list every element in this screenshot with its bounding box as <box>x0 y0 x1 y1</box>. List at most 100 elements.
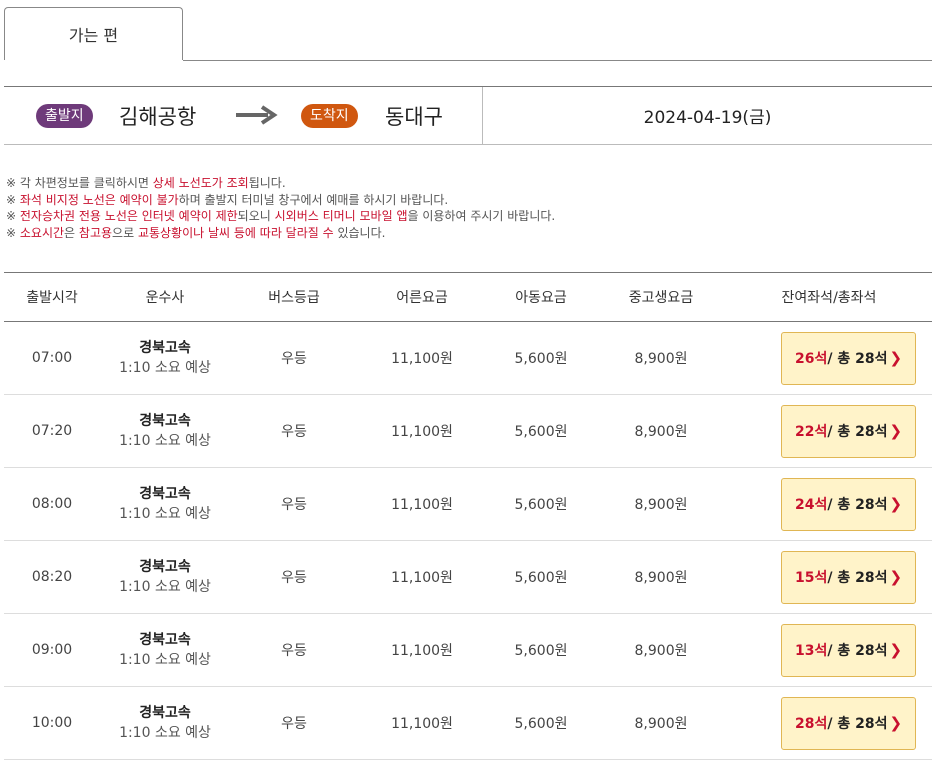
notice-text: 하며 출발지 터미널 창구에서 예매를 하시기 바랍니다. <box>178 192 449 207</box>
notice-line: ※ 좌석 비지정 노선은 예약이 불가하며 출발지 터미널 창구에서 예매를 하… <box>6 192 555 209</box>
bus-grade: 우등 <box>281 497 307 513</box>
table-row[interactable]: 07:00 경북고속 1:10 소요 예상 우등 11,100원 5,600원 … <box>4 322 932 395</box>
notice-highlight: 교통상황이나 날씨 등에 따라 달라질 수 <box>137 225 334 240</box>
seat-select-button[interactable]: 15석 / 총 28석 ❯ <box>781 550 916 604</box>
bus-grade: 우등 <box>281 351 307 367</box>
table-row[interactable]: 08:00 경북고속 1:10 소요 예상 우등 11,100원 5,600원 … <box>4 468 932 541</box>
total-seats: / 총 28석 <box>827 716 888 732</box>
depart-time: 10:00 <box>31 715 73 731</box>
remaining-seats: 28석 <box>794 716 828 732</box>
header-depart-time: 출발시각 <box>26 290 78 306</box>
seat-cell: 24석 / 총 28석 ❯ <box>726 477 932 531</box>
seat-cell: 13석 / 총 28석 ❯ <box>726 623 932 677</box>
table-row[interactable]: 07:20 경북고속 1:10 소요 예상 우등 11,100원 5,600원 … <box>4 395 932 468</box>
route-places: 출발지 김해공항 도착지 동대구 <box>4 87 483 144</box>
adult-fare: 11,100원 <box>391 716 453 732</box>
notice-text: ※ <box>6 209 20 223</box>
duration-text: 1:10 소요 예상 <box>119 725 211 741</box>
notice-line: ※ 소요시간은 참고용으로 교통상황이나 날씨 등에 따라 달라질 수 있습니다… <box>6 225 555 242</box>
notice-highlight: 시외버스 티머니 모바일 앱 <box>274 209 408 223</box>
adult-fare: 11,100원 <box>391 424 453 440</box>
youth-fare: 8,900원 <box>634 570 688 586</box>
company-name: 경북고속 <box>139 413 191 429</box>
tab-outbound[interactable]: 가는 편 <box>4 7 183 60</box>
schedule-table: 출발시각 운수사 버스등급 어른요금 아동요금 중고생요금 잔여좌석/총좌석 0… <box>4 272 932 760</box>
depart-time: 08:00 <box>31 496 73 512</box>
table-row[interactable]: 08:20 경북고속 1:10 소요 예상 우등 11,100원 5,600원 … <box>4 541 932 614</box>
seat-select-button[interactable]: 13석 / 총 28석 ❯ <box>781 623 916 677</box>
adult-fare: 11,100원 <box>391 570 453 586</box>
company-cell: 경북고속 1:10 소요 예상 <box>100 338 230 378</box>
notice-highlight: 좌석 비지정 노선은 예약이 불가 <box>19 192 179 207</box>
adult-fare: 11,100원 <box>391 497 453 513</box>
notice-text: 으로 <box>112 225 138 240</box>
route-summary: 출발지 김해공항 도착지 동대구 2024-04-19(금) <box>4 86 932 145</box>
company-name: 경북고속 <box>139 705 191 721</box>
notice-text: 은 <box>64 225 79 240</box>
table-row[interactable]: 09:00 경북고속 1:10 소요 예상 우등 11,100원 5,600원 … <box>4 614 932 687</box>
notice-highlight: 전자승차권 전용 노선은 인터넷 예약이 제한 <box>19 209 238 223</box>
child-fare: 5,600원 <box>514 424 568 440</box>
seat-select-button[interactable]: 26석 / 총 28석 ❯ <box>781 331 916 385</box>
total-seats: / 총 28석 <box>827 351 888 367</box>
child-fare: 5,600원 <box>514 570 568 586</box>
chevron-right-icon: ❯ <box>889 714 903 732</box>
tab-divider <box>183 60 932 61</box>
notice-highlight: 참고용 <box>78 225 113 240</box>
duration-text: 1:10 소요 예상 <box>119 360 211 376</box>
youth-fare: 8,900원 <box>634 643 688 659</box>
notice-text: 되오니 <box>237 209 275 223</box>
notice-text: ※ <box>6 225 20 240</box>
tab-bar: 가는 편 <box>0 0 932 61</box>
duration-text: 1:10 소요 예상 <box>119 652 211 668</box>
child-fare: 5,600원 <box>514 351 568 367</box>
notice-text: ※ 각 차편정보를 클릭하시면 <box>6 176 153 190</box>
header-youth-fare: 중고생요금 <box>628 290 694 306</box>
depart-time: 07:20 <box>31 423 73 439</box>
seat-cell: 26석 / 총 28석 ❯ <box>726 331 932 385</box>
header-adult-fare: 어른요금 <box>396 290 448 306</box>
seat-cell: 22석 / 총 28석 ❯ <box>726 404 932 458</box>
seat-cell: 15석 / 총 28석 ❯ <box>726 550 932 604</box>
header-bus-grade: 버스등급 <box>268 290 320 306</box>
youth-fare: 8,900원 <box>634 424 688 440</box>
notice-highlight: 상세 노선도가 조회 <box>152 176 249 190</box>
travel-date: 2024-04-19(금) <box>643 108 772 128</box>
total-seats: / 총 28석 <box>827 570 888 586</box>
notice-text: 을 이용하여 주시기 바랍니다. <box>407 209 556 223</box>
child-fare: 5,600원 <box>514 497 568 513</box>
bus-grade: 우등 <box>281 570 307 586</box>
youth-fare: 8,900원 <box>634 716 688 732</box>
arrive-badge: 도착지 <box>301 103 358 128</box>
youth-fare: 8,900원 <box>634 497 688 513</box>
table-row[interactable]: 10:00 경북고속 1:10 소요 예상 우등 11,100원 5,600원 … <box>4 687 932 760</box>
table-header: 출발시각 운수사 버스등급 어른요금 아동요금 중고생요금 잔여좌석/총좌석 <box>4 272 932 322</box>
chevron-right-icon: ❯ <box>889 641 903 659</box>
depart-place: 김해공항 <box>119 104 197 129</box>
adult-fare: 11,100원 <box>391 351 453 367</box>
table-body: 07:00 경북고속 1:10 소요 예상 우등 11,100원 5,600원 … <box>4 322 932 760</box>
remaining-seats: 13석 <box>794 643 828 659</box>
remaining-seats: 22석 <box>794 424 828 440</box>
seat-select-button[interactable]: 24석 / 총 28석 ❯ <box>781 477 916 531</box>
duration-text: 1:10 소요 예상 <box>119 433 211 449</box>
child-fare: 5,600원 <box>514 643 568 659</box>
notice-list: ※ 각 차편정보를 클릭하시면 상세 노선도가 조회됩니다. ※ 좌석 비지정 노… <box>6 175 555 241</box>
total-seats: / 총 28석 <box>827 643 888 659</box>
seat-select-button[interactable]: 22석 / 총 28석 ❯ <box>781 404 916 458</box>
company-cell: 경북고속 1:10 소요 예상 <box>100 557 230 597</box>
notice-line: ※ 전자승차권 전용 노선은 인터넷 예약이 제한되오니 시외버스 티머니 모바… <box>6 208 555 225</box>
company-cell: 경북고속 1:10 소요 예상 <box>100 411 230 451</box>
chevron-right-icon: ❯ <box>889 495 903 513</box>
duration-text: 1:10 소요 예상 <box>119 506 211 522</box>
notice-text: 있습니다. <box>333 225 386 240</box>
chevron-right-icon: ❯ <box>889 568 903 586</box>
header-child-fare: 아동요금 <box>515 290 567 306</box>
arrow-right-icon <box>236 105 278 125</box>
child-fare: 5,600원 <box>514 716 568 732</box>
seat-select-button[interactable]: 28석 / 총 28석 ❯ <box>781 696 916 750</box>
company-cell: 경북고속 1:10 소요 예상 <box>100 630 230 670</box>
bus-grade: 우등 <box>281 716 307 732</box>
bus-grade: 우등 <box>281 424 307 440</box>
total-seats: / 총 28석 <box>827 424 888 440</box>
